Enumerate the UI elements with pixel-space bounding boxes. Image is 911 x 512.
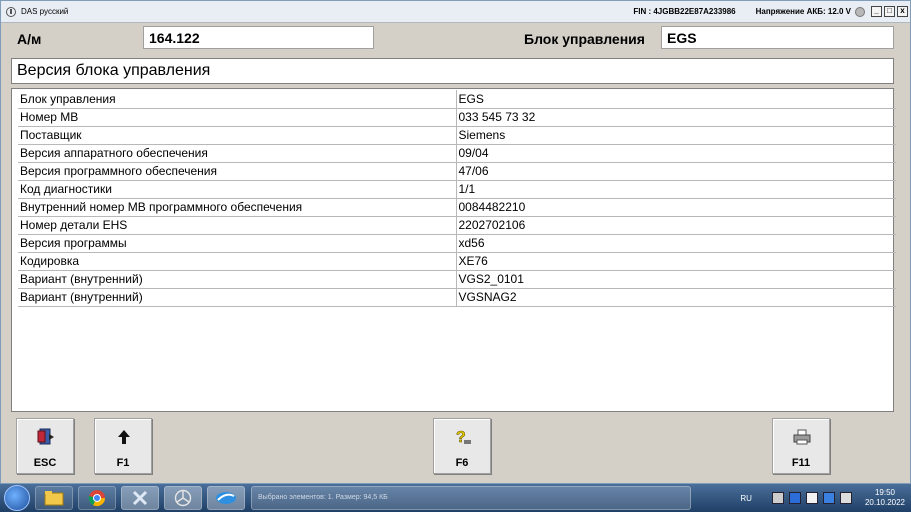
row-value: VGS2_0101 <box>456 270 896 289</box>
tray-volume-icon[interactable] <box>839 492 852 504</box>
row-value: VGSNAG2 <box>456 288 896 307</box>
vehicle-value: 164.122 <box>143 26 374 49</box>
start-button[interactable] <box>4 485 30 511</box>
table-row: Номер MB 033 545 73 32 <box>18 108 896 127</box>
taskbar-explorer[interactable] <box>35 486 73 510</box>
row-value: XE76 <box>456 252 896 271</box>
f6-button[interactable]: ? F6 <box>433 418 491 474</box>
table-row: Кодировка XE76 <box>18 252 896 271</box>
voltage-gauge-icon <box>855 6 865 17</box>
language-indicator[interactable]: RU <box>740 494 752 503</box>
f11-label: F11 <box>791 457 811 469</box>
row-label: Версия программы <box>18 234 457 253</box>
tray-network-icon[interactable] <box>805 492 818 504</box>
f1-label: F1 <box>116 457 130 469</box>
minimize-button[interactable]: _ <box>871 6 882 17</box>
f6-label: F6 <box>455 457 469 469</box>
taskbar-app[interactable] <box>207 486 245 510</box>
table-row: Внутренний номер MB программного обеспеч… <box>18 198 896 217</box>
row-label: Вариант (внутренний) <box>18 270 457 289</box>
table-row: Номер детали EHS 2202702106 <box>18 216 896 235</box>
das-app-icon <box>6 6 16 17</box>
row-label: Блок управления <box>18 90 457 109</box>
system-tray: RU 19:50 20.10.2022 <box>740 486 905 510</box>
table-row: Версия программы xd56 <box>18 234 896 253</box>
row-value: xd56 <box>456 234 896 253</box>
title-bar: DAS русский FIN : 4JGBB22E87A233986 Напр… <box>1 1 910 23</box>
esc-label: ESC <box>33 457 57 469</box>
row-value: Siemens <box>456 126 896 145</box>
window-title: DAS русский <box>21 7 69 16</box>
row-label: Номер MB <box>18 108 457 127</box>
row-value: 1/1 <box>456 180 896 199</box>
table-row: Поставщик Siemens <box>18 126 896 145</box>
tray-flag-icon[interactable] <box>771 492 784 504</box>
arrow-up-icon <box>118 430 130 444</box>
table-row: Код диагностики 1/1 <box>18 180 896 199</box>
taskbar-chrome[interactable] <box>78 486 116 510</box>
row-label: Кодировка <box>18 252 457 271</box>
folder-icon <box>44 491 64 506</box>
fin-number: FIN : 4JGBB22E87A233986 <box>633 7 736 16</box>
row-value: EGS <box>456 90 896 109</box>
printer-icon <box>793 429 811 445</box>
das-window: DAS русский FIN : 4JGBB22E87A233986 Напр… <box>0 0 911 484</box>
exit-door-icon <box>37 428 54 445</box>
table-row: Блок управления EGS <box>18 90 896 109</box>
battery-voltage: Напряжение АКБ: 12.0 V <box>755 7 851 16</box>
row-label: Внутренний номер MB программного обеспеч… <box>18 198 457 217</box>
taskbar-das[interactable] <box>164 486 202 510</box>
f11-button[interactable]: F11 <box>772 418 830 474</box>
table-row: Версия программного обеспечения 47/06 <box>18 162 896 181</box>
chrome-icon <box>88 490 106 507</box>
table-row: Версия аппаратного обеспечения 09/04 <box>18 144 896 163</box>
close-button[interactable]: x <box>897 6 908 17</box>
taskbar-clock[interactable]: 19:50 20.10.2022 <box>865 488 905 508</box>
row-value: 033 545 73 32 <box>456 108 896 127</box>
tray-clock-app-icon[interactable] <box>788 492 801 504</box>
xentry-icon <box>132 490 148 506</box>
f1-button[interactable]: F1 <box>94 418 152 474</box>
table-row: Вариант (внутренний) VGSNAG2 <box>18 288 896 307</box>
row-label: Номер детали EHS <box>18 216 457 235</box>
row-value: 0084482210 <box>456 198 896 217</box>
vehicle-header: А/м 164.122 Блок управления EGS <box>11 26 896 52</box>
control-unit-value: EGS <box>661 26 894 49</box>
row-value: 09/04 <box>456 144 896 163</box>
control-unit-label: Блок управления <box>524 31 645 47</box>
help-question-icon: ? <box>456 429 471 446</box>
table-row: Вариант (внутренний) VGS2_0101 <box>18 270 896 289</box>
row-label: Поставщик <box>18 126 457 145</box>
row-label: Версия программного обеспечения <box>18 162 457 181</box>
esc-button[interactable]: ESC <box>16 418 74 474</box>
tray-app-icon[interactable] <box>822 492 835 504</box>
row-label: Вариант (внутренний) <box>18 288 457 307</box>
app-logo-icon <box>216 492 236 504</box>
taskbar-window-title[interactable]: Выбрано элементов: 1. Размер: 94,5 КБ <box>251 486 691 510</box>
vehicle-label: А/м <box>17 31 42 47</box>
mercedes-star-icon <box>174 489 192 507</box>
clock-time: 19:50 <box>874 488 895 497</box>
taskbar-xentry[interactable] <box>121 486 159 510</box>
maximize-button[interactable]: □ <box>884 6 895 17</box>
row-label: Код диагностики <box>18 180 457 199</box>
row-value: 2202702106 <box>456 216 896 235</box>
row-value: 47/06 <box>456 162 896 181</box>
row-label: Версия аппаратного обеспечения <box>18 144 457 163</box>
taskbar: Выбрано элементов: 1. Размер: 94,5 КБ RU… <box>0 484 911 512</box>
clock-date: 20.10.2022 <box>864 498 905 507</box>
section-title: Версия блока управления <box>11 58 894 84</box>
version-table: Блок управления EGS Номер MB 033 545 73 32 П… <box>11 88 896 412</box>
